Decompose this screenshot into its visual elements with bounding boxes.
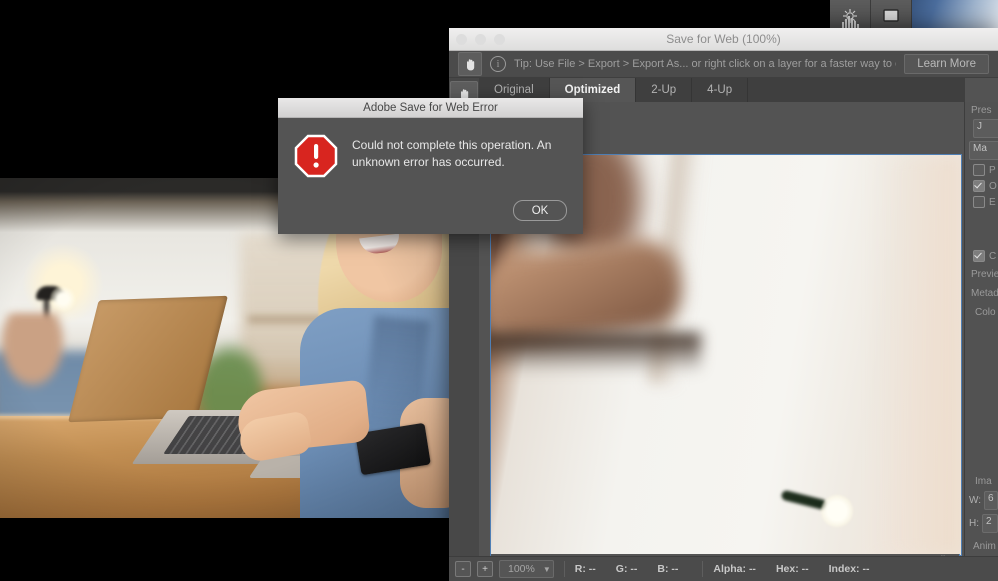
embed-color-profile-checkbox[interactable]: E <box>973 196 998 208</box>
readout-r: R: -- <box>575 563 596 575</box>
window-title: Save for Web (100%) <box>449 32 998 46</box>
color-label[interactable]: Colo <box>965 304 998 318</box>
desktop-background: Save for Web (100%) i Tip: Use File > Ex… <box>0 0 998 581</box>
image-size-label: Ima <box>965 473 998 487</box>
checkbox-box <box>973 196 985 208</box>
preset-label: Pres <box>965 102 998 116</box>
width-value[interactable]: 6 <box>984 491 998 510</box>
tip-text: Tip: Use File > Export > Export As... or… <box>514 58 896 70</box>
chevron-down-icon: ▼ <box>543 565 551 574</box>
checkbox-box <box>973 250 985 262</box>
zoom-out-button[interactable]: - <box>455 561 471 577</box>
convert-to-srgb-checkbox[interactable]: C <box>973 250 998 262</box>
error-dialog: Adobe Save for Web Error Could not compl… <box>278 98 583 234</box>
optimized-checkbox[interactable]: O <box>973 180 998 192</box>
checkbox-label: P <box>989 165 996 176</box>
checkbox-label: E <box>989 197 996 208</box>
status-bar: - + 100% ▼ R: -- G: -- B: -- Alpha: -- H… <box>449 556 998 581</box>
hand-tool-icon[interactable] <box>458 52 482 76</box>
divider <box>702 561 703 577</box>
animation-label: Anim <box>965 538 998 552</box>
zoom-in-button[interactable]: + <box>477 561 493 577</box>
ok-button[interactable]: OK <box>513 200 567 221</box>
settings-panel: Pres J Ma P O E C Pr <box>964 102 998 581</box>
learn-more-button[interactable]: Learn More <box>904 54 989 74</box>
image-width-field[interactable]: W: 6 <box>969 491 998 510</box>
zoom-level-value: 100% <box>508 563 535 575</box>
format-select[interactable]: J <box>973 119 998 138</box>
progressive-checkbox[interactable]: P <box>973 164 998 176</box>
metadata-label[interactable]: Metad <box>965 285 998 299</box>
preview-label[interactable]: Previe <box>965 266 998 280</box>
checkbox-label: O <box>989 181 997 192</box>
readout-alpha: Alpha: -- <box>713 563 756 575</box>
error-message: Could not complete this operation. An un… <box>352 134 569 183</box>
tab-2up[interactable]: 2-Up <box>636 78 692 102</box>
readout-hex: Hex: -- <box>776 563 809 575</box>
error-stop-icon <box>294 134 338 183</box>
info-icon: i <box>490 56 506 72</box>
zoom-level-select[interactable]: 100% ▼ <box>499 560 554 578</box>
error-dialog-title: Adobe Save for Web Error <box>363 102 498 114</box>
error-dialog-title-bar: Adobe Save for Web Error <box>278 98 583 118</box>
readout-index: Index: -- <box>829 563 870 575</box>
readout-g: G: -- <box>616 563 638 575</box>
checkbox-box <box>973 164 985 176</box>
tip-bar: i Tip: Use File > Export > Export As... … <box>449 51 998 78</box>
maximize-quality-select[interactable]: Ma <box>969 141 998 160</box>
window-title-bar: Save for Web (100%) <box>449 28 998 51</box>
width-label: W: <box>969 495 981 506</box>
readout-b: B: -- <box>657 563 678 575</box>
height-label: H: <box>969 518 979 529</box>
checkbox-label: C <box>989 251 996 262</box>
image-height-field[interactable]: H: 2 <box>969 514 998 533</box>
height-value[interactable]: 2 <box>982 514 998 533</box>
tab-4up[interactable]: 4-Up <box>692 78 748 102</box>
checkbox-box <box>973 180 985 192</box>
divider <box>564 561 565 577</box>
